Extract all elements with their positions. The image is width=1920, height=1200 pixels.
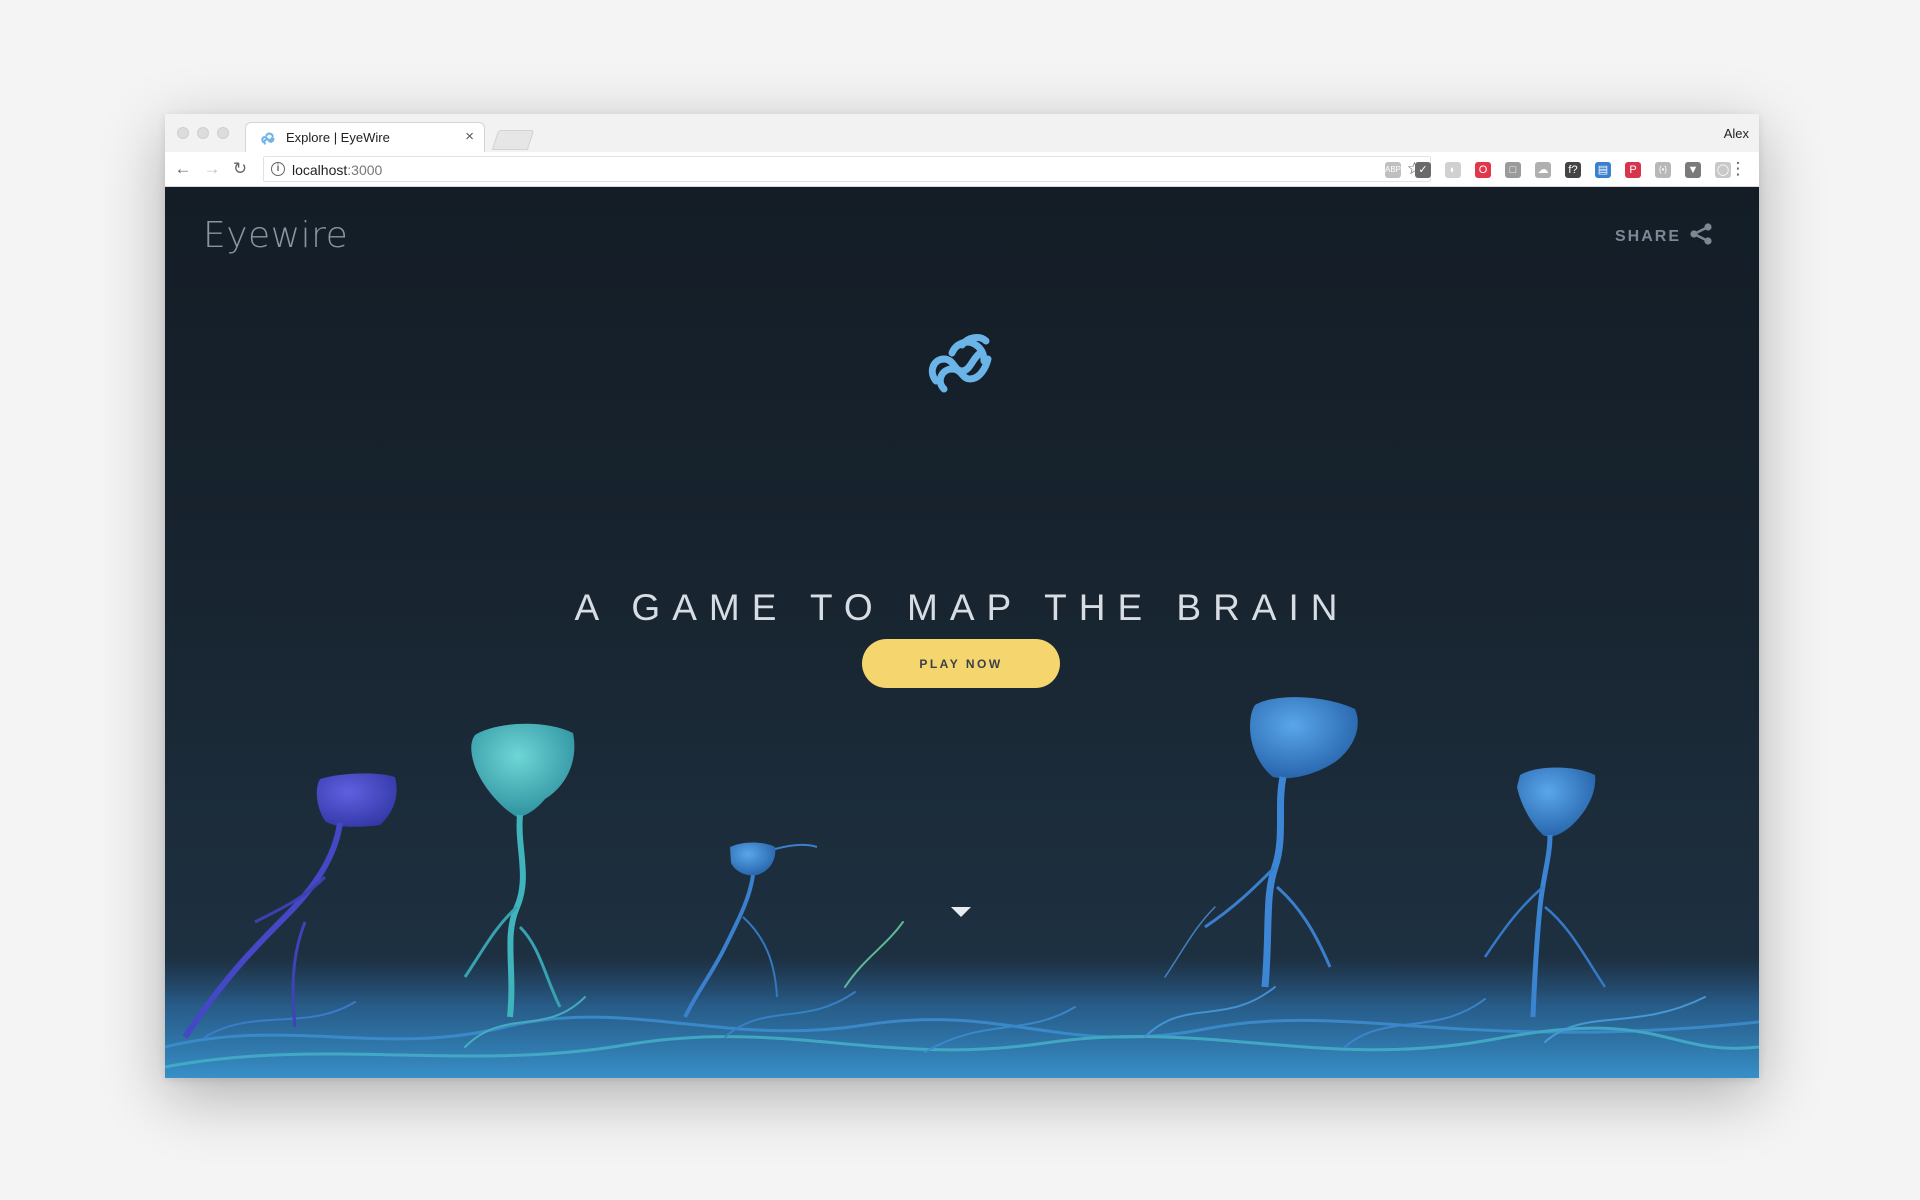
pocket-extension-icon[interactable]: ✓ [1415, 162, 1431, 178]
site-info-icon[interactable]: i [271, 162, 285, 176]
headline: A GAME TO MAP THE BRAIN [574, 586, 1350, 628]
ghost-extension-icon[interactable]: ◐ [1445, 162, 1461, 178]
tab-strip: Explore | EyeWire × Alex [165, 114, 1759, 153]
share-label: SHARE [1614, 227, 1681, 245]
vue-extension-icon[interactable]: ▼ [1685, 162, 1701, 178]
tab-title: Explore | EyeWire [286, 130, 390, 145]
fonts-extension-icon[interactable]: f? [1565, 162, 1581, 178]
url-host: localhost [292, 162, 348, 178]
pinterest-extension-icon[interactable]: P [1625, 162, 1641, 178]
browser-window: Explore | EyeWire × Alex ← → ↻ i localho… [165, 114, 1759, 1078]
reload-icon[interactable]: ↻ [231, 160, 249, 178]
new-tab-button[interactable] [491, 130, 535, 150]
eyewire-wordmark[interactable]: Eyewire [203, 215, 348, 256]
code-extension-icon[interactable]: {•} [1655, 162, 1671, 178]
share-icon [1689, 223, 1713, 250]
tab-close-icon[interactable]: × [465, 128, 474, 145]
back-arrow-icon[interactable]: ← [174, 160, 192, 178]
address-bar[interactable]: i localhost:3000 ☆ [263, 156, 1431, 182]
eyewire-favicon-icon [260, 130, 276, 151]
play-now-button[interactable]: PLAY NOW [862, 639, 1060, 688]
url-port: :3000 [347, 162, 383, 178]
window-extension-icon[interactable]: ▤ [1595, 162, 1611, 178]
box-extension-icon[interactable]: □ [1505, 162, 1521, 178]
scroll-down-arrow-icon[interactable] [951, 907, 971, 917]
maximize-window-button[interactable] [217, 127, 229, 139]
url-text[interactable]: localhost:3000 [292, 162, 382, 178]
chrome-menu-icon[interactable]: ⋮ [1729, 160, 1747, 178]
window-controls [177, 127, 237, 139]
share-button[interactable]: SHARE [1615, 223, 1713, 250]
browser-toolbar: ← → ↻ i localhost:3000 ☆ ABP ✓ ◐ O □ ☁ f? ▤ P {•}… [165, 152, 1759, 187]
close-window-button[interactable] [177, 127, 189, 139]
page-viewport: Eyewire SHARE A GAME TO MAP THE BRAIN PL… [165, 187, 1759, 1078]
forward-arrow-icon[interactable]: → [203, 160, 221, 178]
minimize-window-button[interactable] [197, 127, 209, 139]
neurons-illustration [165, 697, 1759, 1078]
dendrite-layer [165, 957, 1759, 1078]
large-blue-neuron [1204, 697, 1358, 988]
opera-extension-icon[interactable]: O [1475, 162, 1491, 178]
abp-extension-icon[interactable]: ABP [1385, 162, 1401, 178]
eyewire-logo-icon [922, 323, 1002, 408]
profile-name[interactable]: Alex [1724, 126, 1749, 141]
tab-explore-eyewire[interactable]: Explore | EyeWire × [245, 122, 485, 153]
cloud-extension-icon[interactable]: ☁ [1535, 162, 1551, 178]
